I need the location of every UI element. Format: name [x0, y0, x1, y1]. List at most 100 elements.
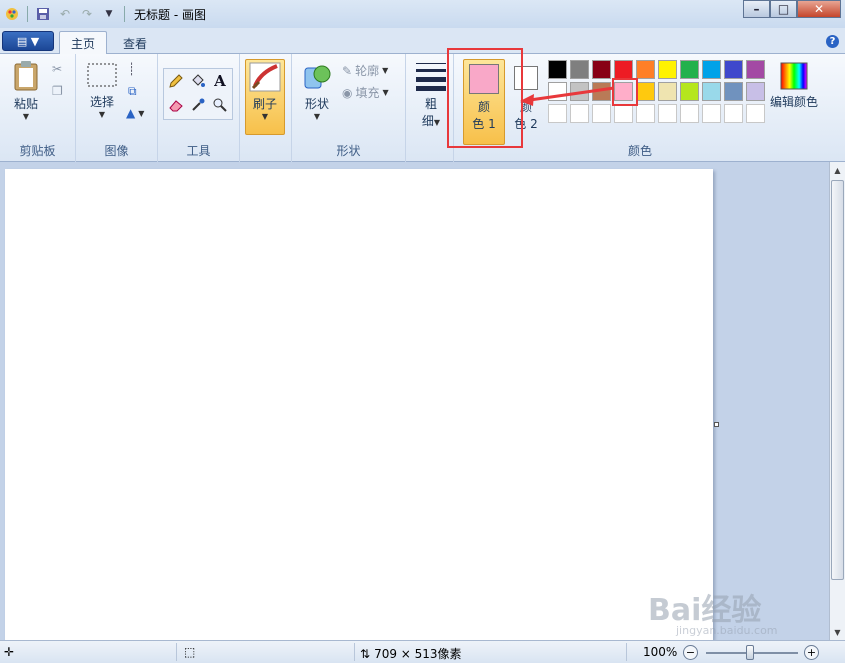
outline-label: 轮廓 — [355, 64, 380, 78]
eraser-icon[interactable] — [166, 95, 186, 115]
pencil-icon[interactable] — [166, 71, 186, 91]
palette-swatch[interactable] — [614, 104, 633, 123]
palette-swatch[interactable] — [658, 82, 677, 101]
scroll-down-icon[interactable]: ▼ — [830, 624, 845, 640]
palette-swatch[interactable] — [614, 60, 633, 79]
select-rectangle-icon — [86, 62, 118, 93]
tab-home[interactable]: 主页 — [59, 31, 108, 55]
window-title: 无标题 - 画图 — [134, 7, 206, 22]
text-tool-icon[interactable]: A — [210, 71, 230, 91]
palette-swatch[interactable] — [702, 60, 721, 79]
palette-swatch[interactable] — [658, 104, 677, 123]
quick-access-toolbar: ↶ ↷ ▼ — [0, 4, 128, 24]
magnifier-icon[interactable] — [210, 95, 230, 115]
edit-colors-label: 编辑颜色 — [769, 95, 818, 109]
select-button[interactable]: 选择 ▼ — [84, 62, 120, 119]
fill-bucket-icon[interactable] — [188, 71, 208, 91]
qat-divider — [124, 6, 125, 22]
resize-button[interactable]: ⧉ — [128, 84, 137, 99]
palette-swatch[interactable] — [702, 82, 721, 101]
palette-swatch[interactable] — [636, 82, 655, 101]
status-divider — [626, 643, 627, 661]
app-menu-button[interactable]: ▤ ▼ — [2, 31, 54, 51]
scroll-up-icon[interactable]: ▲ — [830, 162, 845, 178]
status-divider — [354, 643, 355, 661]
baidu-watermark-url: jingyan.baidu.com — [676, 624, 778, 637]
paste-button[interactable]: 粘贴 ▼ — [8, 60, 44, 121]
clipboard-group-label: 剪贴板 — [19, 144, 56, 158]
palette-swatch[interactable] — [746, 82, 765, 101]
tools-group-label: 工具 — [186, 144, 211, 158]
palette-swatch[interactable] — [680, 60, 699, 79]
palette-swatch[interactable] — [724, 82, 743, 101]
maximize-button[interactable]: □ — [770, 0, 797, 18]
chevron-down-icon: ▼ — [382, 66, 389, 75]
palette-swatch[interactable] — [680, 104, 699, 123]
app-menu-icon: ▤ ▼ — [16, 34, 40, 48]
shapes-group: 形状 ▼ ✎ 轮廓 ▼ ◉ 填充 ▼ 形状 — [292, 54, 406, 162]
ribbon: 粘贴 ▼ ✂ ❐ 剪贴板 选择 ▼ ┊ ⧉ ▲ ▼ 图像 A 工具 刷子 ▼ 形… — [0, 48, 845, 162]
palette-swatch[interactable] — [702, 104, 721, 123]
close-button[interactable]: ✕ — [797, 0, 841, 18]
palette-swatch[interactable] — [592, 60, 611, 79]
scrollbar-thumb[interactable] — [831, 180, 844, 580]
shapes-label: 形状 — [304, 97, 329, 111]
chevron-down-icon: ▼ — [382, 88, 389, 97]
title-bar: ↶ ↷ ▼ 无标题 - 画图 – □ ✕ — [0, 0, 845, 28]
palette-swatch[interactable] — [724, 104, 743, 123]
crop-icon: ┊ — [128, 62, 136, 76]
vertical-scrollbar[interactable]: ▲ ▼ — [829, 162, 845, 640]
minimize-button[interactable]: – — [743, 0, 770, 18]
chevron-down-icon: ▼ — [138, 108, 145, 118]
palette-swatch[interactable] — [746, 60, 765, 79]
clipboard-icon — [12, 60, 40, 95]
select-label: 选择 — [89, 95, 114, 109]
window-controls: – □ ✕ — [743, 0, 841, 18]
rotate-button[interactable]: ▲ ▼ — [126, 106, 144, 120]
palette-swatch[interactable] — [746, 104, 765, 123]
shapes-button[interactable]: 形状 ▼ — [300, 62, 334, 121]
copy-button[interactable]: ❐ — [52, 84, 63, 98]
outline-button[interactable]: ✎ 轮廓 ▼ — [342, 62, 388, 79]
help-icon[interactable]: ? — [826, 35, 839, 48]
canvas-size-text: 709 × 513像素 — [374, 647, 462, 661]
palette-swatch[interactable] — [548, 104, 567, 123]
baidu-watermark: Bai经验 — [648, 593, 762, 628]
redo-icon[interactable]: ↷ — [77, 4, 97, 24]
outline-icon: ✎ — [342, 63, 353, 78]
crop-button[interactable]: ┊ — [128, 62, 135, 76]
zoom-level: 100% — [643, 645, 678, 659]
canvas-size-icon: ⇅ — [360, 646, 371, 661]
palette-swatch[interactable] — [570, 60, 589, 79]
undo-icon[interactable]: ↶ — [55, 4, 75, 24]
palette-swatch[interactable] — [658, 60, 677, 79]
chevron-down-icon: ▼ — [98, 110, 106, 119]
zoom-slider-thumb[interactable] — [746, 645, 754, 660]
canvas-resize-handle[interactable] — [714, 422, 719, 427]
tools-grid: A — [163, 68, 233, 120]
palette-swatch[interactable] — [570, 104, 589, 123]
palette-swatch[interactable] — [636, 60, 655, 79]
customize-qat-icon[interactable]: ▼ — [99, 4, 119, 24]
color-picker-icon[interactable] — [188, 95, 208, 115]
tab-view[interactable]: 查看 — [112, 31, 158, 55]
palette-swatch[interactable] — [680, 82, 699, 101]
zoom-in-button[interactable]: + — [804, 645, 819, 660]
palette-swatch[interactable] — [636, 104, 655, 123]
palette-swatch[interactable] — [592, 104, 611, 123]
cut-button[interactable]: ✂ — [52, 62, 62, 76]
edit-colors-button[interactable]: 编辑颜色 — [768, 62, 820, 110]
palette-swatch[interactable] — [724, 60, 743, 79]
drawing-canvas[interactable] — [5, 169, 713, 640]
fill-button[interactable]: ◉ 填充 ▼ — [342, 84, 389, 101]
chevron-down-icon: ▼ — [22, 112, 30, 121]
paint-app-icon[interactable] — [2, 4, 22, 24]
zoom-out-button[interactable]: − — [683, 645, 698, 660]
chevron-down-icon: ▼ — [313, 112, 321, 121]
shapes-icon — [302, 62, 332, 95]
palette-swatch[interactable] — [548, 60, 567, 79]
image-group-label: 图像 — [104, 144, 129, 158]
save-icon[interactable] — [33, 4, 53, 24]
copy-icon: ❐ — [52, 84, 63, 98]
brushes-group — [240, 54, 292, 162]
